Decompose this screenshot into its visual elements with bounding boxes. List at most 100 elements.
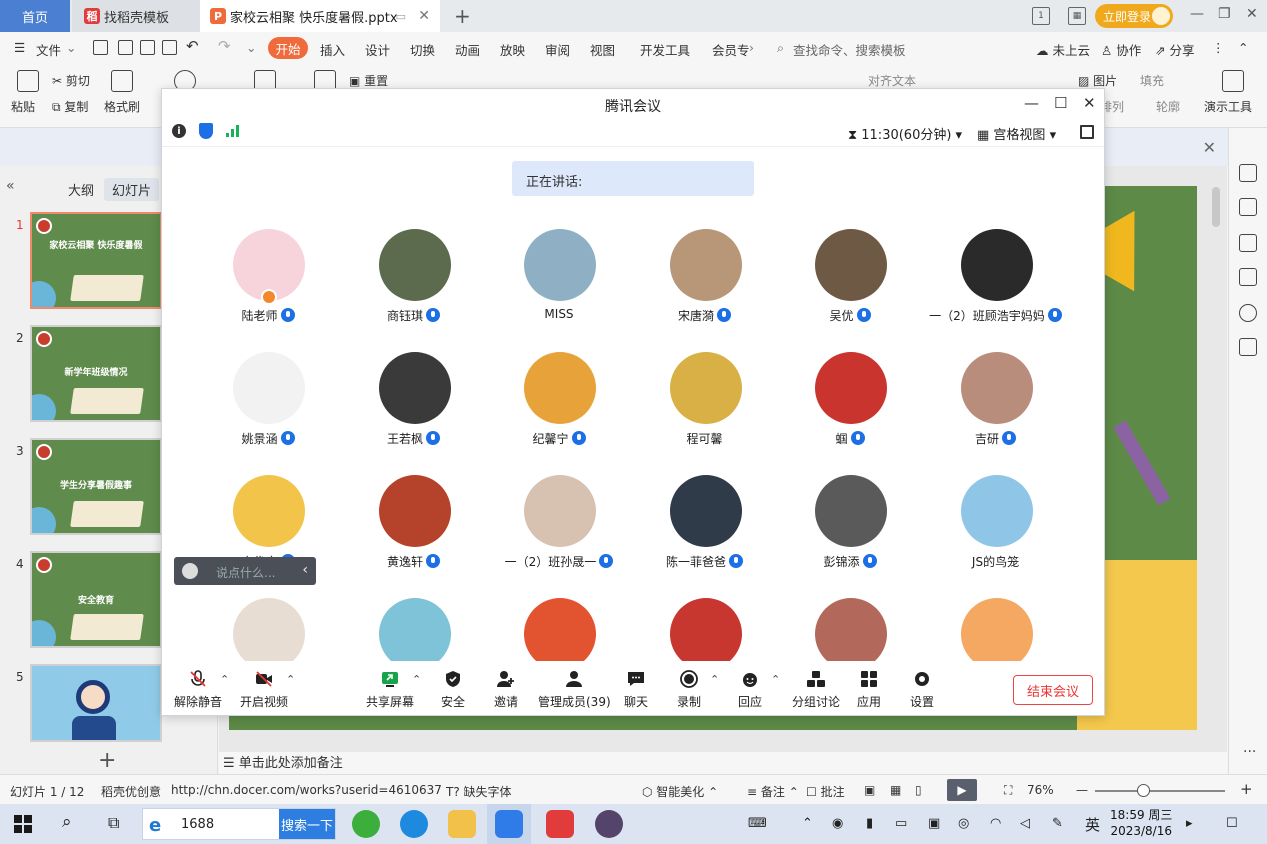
signal-icon[interactable] [226, 125, 239, 137]
participant-tile[interactable]: 程可馨 [632, 352, 778, 462]
collapse-chat-icon[interactable]: ‹ [302, 562, 308, 578]
close-window-icon[interactable]: ✕ [1246, 6, 1258, 22]
participant-tile[interactable]: 纪馨宁 [486, 352, 632, 462]
participant-tile[interactable]: 彭锦添 [777, 475, 923, 585]
menu-more-icon[interactable]: › [749, 40, 754, 55]
audio-options-icon[interactable]: ⌃ [220, 673, 229, 686]
slide-thumbnail[interactable]: 新学年班级情况 [30, 325, 162, 422]
layout-switch-icon[interactable]: 1 [1032, 5, 1050, 27]
fullscreen-icon[interactable] [1080, 125, 1094, 139]
share-button[interactable]: ⇗ 分享 [1155, 40, 1194, 59]
menu-slideshow[interactable]: 放映 [500, 40, 525, 59]
vertical-scrollbar[interactable] [1210, 175, 1222, 735]
image-button[interactable]: ▨ 图片 [1078, 72, 1117, 89]
windows-start-icon[interactable] [14, 815, 32, 833]
security-button[interactable]: 安全 [441, 669, 465, 710]
unmute-button[interactable]: 解除静音 [174, 669, 222, 710]
meeting-timer[interactable]: ⧗ 11:30(60分钟) ▾ [848, 124, 962, 143]
menu-start[interactable]: 开始 [268, 37, 308, 59]
outline-button[interactable]: 轮廓 [1156, 98, 1180, 115]
zoom-slider[interactable] [1095, 790, 1225, 792]
tray-expand-icon[interactable]: ⌃ [802, 816, 813, 831]
float-window-icon[interactable]: ▭ [396, 10, 406, 23]
menu-insert[interactable]: 插入 [320, 40, 345, 59]
more-icon[interactable]: ··· [1243, 744, 1256, 760]
missing-font-button[interactable]: T? 缺失字体 [446, 783, 512, 800]
image-library-icon[interactable] [1239, 268, 1257, 286]
participant-tile[interactable]: 陆老师 [195, 229, 341, 339]
battery-icon[interactable]: ▭ [895, 816, 907, 831]
add-slide-icon[interactable]: + [98, 748, 116, 773]
notes-bar[interactable]: ☰ 单击此处添加备注 [219, 752, 1227, 774]
menu-member[interactable]: 会员专 [712, 40, 750, 59]
menu-review[interactable]: 审阅 [545, 40, 570, 59]
normal-view-icon[interactable]: ▣ [864, 783, 875, 797]
minimize-icon[interactable]: — [1190, 6, 1204, 22]
quick-chat-input[interactable]: 说点什么... [216, 564, 275, 581]
wps-icon[interactable] [546, 810, 574, 838]
participant-tile[interactable]: 陈一菲爸爸 [632, 475, 778, 585]
participant-tile[interactable]: 王若枫 [341, 352, 487, 462]
usb-icon[interactable]: ▮ [866, 816, 873, 831]
menu-design[interactable]: 设计 [365, 40, 390, 59]
tab-home[interactable]: 首页 [0, 0, 70, 32]
start-video-button[interactable]: 开启视频 [240, 669, 288, 710]
book-mode-icon[interactable] [1239, 338, 1257, 356]
screen-share-tray-icon[interactable]: ▣ [928, 816, 940, 831]
close-notice-icon[interactable]: ✕ [1203, 138, 1216, 157]
edge-icon[interactable] [400, 810, 428, 838]
location-icon[interactable] [1239, 304, 1257, 322]
tab-outline[interactable]: 大纲 [60, 178, 102, 201]
participant-tile[interactable] [195, 598, 341, 661]
copy-button[interactable]: ⧉ 复制 [52, 98, 88, 115]
share-screen-button[interactable]: 共享屏幕 [366, 669, 414, 710]
video-options-icon[interactable]: ⌃ [286, 673, 295, 686]
share-options-icon[interactable]: ⌃ [412, 673, 421, 686]
browser-search-button[interactable]: 搜索一下 [279, 809, 335, 839]
participant-tile[interactable]: 吴优 [777, 229, 923, 339]
quick-chat-box[interactable]: 说点什么... ‹ [174, 557, 316, 585]
input-method[interactable]: 英 [1085, 814, 1100, 835]
chat-button[interactable]: 聊天 [624, 669, 648, 710]
redo-icon[interactable]: ↷ [218, 37, 231, 55]
save-icon[interactable] [93, 40, 108, 55]
participant-tile[interactable] [341, 598, 487, 661]
star-icon[interactable] [1239, 198, 1257, 216]
tray-app-icon[interactable]: ◉ [832, 816, 843, 831]
wifi-icon[interactable]: ◠ [990, 816, 1001, 831]
participant-tile[interactable] [632, 598, 778, 661]
notification-center-icon[interactable]: ☐ [1226, 816, 1238, 831]
breakout-button[interactable]: 分组讨论 [792, 669, 840, 710]
end-meeting-button[interactable]: 结束会议 [1013, 675, 1093, 705]
collapse-ribbon-icon[interactable]: ⌃ [1238, 40, 1248, 55]
comments-button[interactable]: ☐ 批注 [806, 783, 845, 800]
print-icon[interactable] [140, 40, 155, 55]
close-icon[interactable]: ✕ [1083, 94, 1096, 112]
system-clock[interactable]: 18:59 周三 2023/8/16 [1110, 807, 1172, 839]
keyboard-icon[interactable]: ⌨ [748, 816, 767, 831]
invite-button[interactable]: 邀请 [494, 669, 518, 710]
info-icon[interactable]: i [172, 124, 186, 138]
react-options-icon[interactable]: ⌃ [771, 673, 780, 686]
360-browser-icon[interactable] [352, 810, 380, 838]
file-explorer-icon[interactable] [448, 810, 476, 838]
more-options-icon[interactable]: ⋮ [1212, 40, 1225, 55]
properties-icon[interactable] [1239, 164, 1257, 182]
tray-globe-icon[interactable]: ◎ [958, 816, 969, 831]
zoom-level[interactable]: 76% [1027, 783, 1054, 797]
tab-document[interactable]: P 家校云相聚 快乐度暑假.pptx ▭ ✕ [200, 0, 440, 32]
template-url[interactable]: http://chn.docer.com/works?userid=461063… [171, 783, 442, 797]
record-options-icon[interactable]: ⌃ [710, 673, 719, 686]
format-painter-icon[interactable] [111, 70, 133, 92]
show-desktop-icon[interactable]: ▸ [1186, 816, 1193, 831]
format-painter-button[interactable]: 格式刷 [104, 98, 140, 115]
new-tab-icon[interactable]: + [454, 4, 471, 28]
paste-icon[interactable] [17, 70, 39, 92]
slide-thumbnail[interactable]: 家校云相聚 快乐度暑假 [30, 212, 162, 309]
close-tab-icon[interactable]: ✕ [418, 8, 430, 24]
task-view-icon[interactable]: ⧉ [108, 813, 119, 833]
fit-window-icon[interactable]: ⛶ [1004, 783, 1012, 798]
menu-animation[interactable]: 动画 [455, 40, 480, 59]
participant-tile[interactable]: MISS [486, 229, 632, 339]
chevron-down-icon[interactable]: ⌄ [66, 40, 76, 55]
